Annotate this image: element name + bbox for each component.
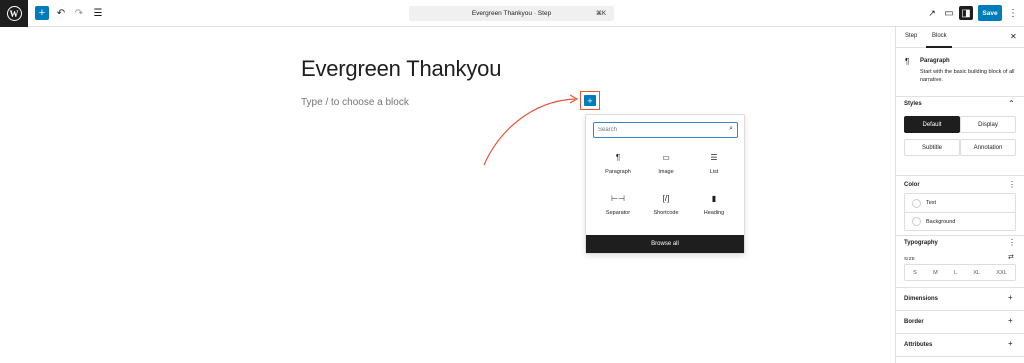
plus-icon[interactable]: + [1008, 316, 1013, 325]
top-toolbar: W + ↶ ↷ ☰ Evergreen Thankyou · Step ⌘K ↗… [0, 0, 1024, 27]
color-panel: Color ⋮ Text Background [896, 176, 1024, 236]
block-label: Paragraph [605, 169, 631, 175]
active-tab-indicator [926, 46, 952, 48]
search-icon: ⌕ [729, 125, 733, 132]
style-annotation-button[interactable]: Annotation [960, 139, 1016, 156]
block-option-list[interactable]: ☰ List [690, 151, 738, 176]
block-description: Start with the basic building block of a… [920, 69, 1015, 83]
undo-icon[interactable]: ↶ [54, 6, 68, 20]
swatch-icon [912, 198, 921, 208]
editor-canvas: Evergreen Thankyou Type / to choose a bl… [0, 28, 895, 363]
tab-block[interactable]: Block [932, 33, 947, 39]
image-icon: ▭ [662, 152, 670, 162]
block-label: Image [658, 169, 674, 175]
redo-icon[interactable]: ↷ [72, 6, 86, 20]
block-option-paragraph[interactable]: ¶ Paragraph [594, 151, 642, 176]
block-inserter-button[interactable]: + [584, 95, 596, 106]
browse-all-button[interactable]: Browse all [586, 235, 744, 253]
custom-size-icon[interactable]: ⇄ [1008, 253, 1014, 261]
block-option-shortcode[interactable]: [/] Shortcode [642, 192, 690, 217]
block-grid: ¶ Paragraph ▭ Image ☰ List ⊢⊣ Separator … [594, 151, 738, 217]
plus-icon[interactable]: + [1008, 339, 1013, 348]
close-icon[interactable]: ✕ [1010, 32, 1017, 41]
dimensions-panel[interactable]: Dimensions + [896, 288, 1024, 311]
attributes-panel[interactable]: Attributes + [896, 334, 1024, 357]
size-option-m[interactable]: M [933, 270, 938, 276]
sidebar-tabs: Step Block ✕ [896, 27, 1024, 48]
style-default-button[interactable]: Default [904, 116, 960, 133]
more-options-icon[interactable]: ⋮ [1006, 6, 1020, 20]
styles-title[interactable]: Styles [904, 101, 922, 107]
color-background-option[interactable]: Background [905, 212, 1015, 230]
style-subtitle-button[interactable]: Subtitle [904, 139, 960, 156]
color-label: Background [926, 218, 956, 225]
settings-sidebar: Step Block ✕ ¶ Paragraph Start with the … [895, 27, 1024, 363]
block-name: Paragraph [920, 58, 950, 64]
save-button[interactable]: Save [978, 5, 1002, 21]
block-search-field[interactable]: ⌕ [593, 122, 738, 138]
document-title: Evergreen Thankyou · Step [471, 10, 552, 17]
border-panel[interactable]: Border + [896, 311, 1024, 334]
styles-panel: Styles ⌃ Default Display Subtitle Annota… [896, 97, 1024, 176]
border-title: Border [904, 319, 924, 325]
attributes-title: Attributes [904, 342, 933, 348]
font-size-picker: S M L XL XXL [904, 264, 1016, 281]
preview-icon[interactable]: ▭ [942, 6, 956, 20]
block-card: ¶ Paragraph Start with the basic buildin… [896, 49, 1024, 97]
size-option-xl[interactable]: XL [973, 270, 980, 276]
add-block-button[interactable]: + [35, 6, 49, 20]
separator-icon: ⊢⊣ [611, 193, 625, 203]
list-icon: ☰ [710, 152, 718, 162]
color-text-option[interactable]: Text [905, 194, 1015, 212]
view-icon[interactable]: ↗ [925, 6, 939, 20]
chevron-up-icon[interactable]: ⌃ [1008, 99, 1015, 108]
more-options-icon[interactable]: ⋮ [1008, 180, 1016, 189]
block-inserter-popover: ⌕ ¶ Paragraph ▭ Image ☰ List ⊢⊣ Separato… [585, 114, 745, 254]
size-option-s[interactable]: S [913, 270, 917, 276]
document-title-bar[interactable]: Evergreen Thankyou · Step ⌘K [409, 6, 614, 21]
post-title[interactable]: Evergreen Thankyou [301, 56, 501, 82]
settings-panel-icon[interactable]: ◨ [959, 6, 973, 20]
block-label: Separator [605, 210, 631, 216]
block-label: Shortcode [653, 210, 679, 216]
block-option-image[interactable]: ▭ Image [642, 151, 690, 176]
command-shortcut: ⌘K [595, 11, 606, 17]
heading-icon: ▮ [711, 193, 717, 203]
size-option-xxl[interactable]: XXL [996, 270, 1006, 276]
typography-panel: Typography ⋮ SIZE ⇄ S M L XL XXL [896, 236, 1024, 288]
swatch-icon [912, 217, 921, 226]
shortcode-icon: [/] [662, 193, 670, 203]
style-display-button[interactable]: Display [960, 116, 1016, 133]
plus-icon[interactable]: + [1008, 293, 1013, 302]
typography-title[interactable]: Typography [904, 240, 938, 246]
size-label: SIZE [904, 256, 916, 261]
block-option-separator[interactable]: ⊢⊣ Separator [594, 192, 642, 217]
wordpress-logo-icon[interactable]: W [0, 0, 28, 27]
block-label: List [709, 169, 719, 175]
block-search-input[interactable] [594, 123, 719, 136]
block-placeholder[interactable]: Type / to choose a block [301, 97, 409, 108]
annotation-arrow [483, 94, 579, 166]
color-label: Text [926, 200, 937, 206]
size-option-l[interactable]: L [954, 270, 957, 276]
block-label: Heading [703, 210, 725, 216]
color-title[interactable]: Color [904, 182, 920, 188]
list-view-icon[interactable]: ☰ [91, 6, 105, 20]
color-options: Text Background [904, 193, 1016, 231]
paragraph-icon: ¶ [615, 152, 621, 162]
tab-step[interactable]: Step [905, 33, 917, 39]
dimensions-title: Dimensions [904, 296, 939, 302]
block-option-heading[interactable]: ▮ Heading [690, 192, 738, 217]
more-options-icon[interactable]: ⋮ [1008, 238, 1016, 247]
paragraph-icon: ¶ [905, 57, 910, 66]
